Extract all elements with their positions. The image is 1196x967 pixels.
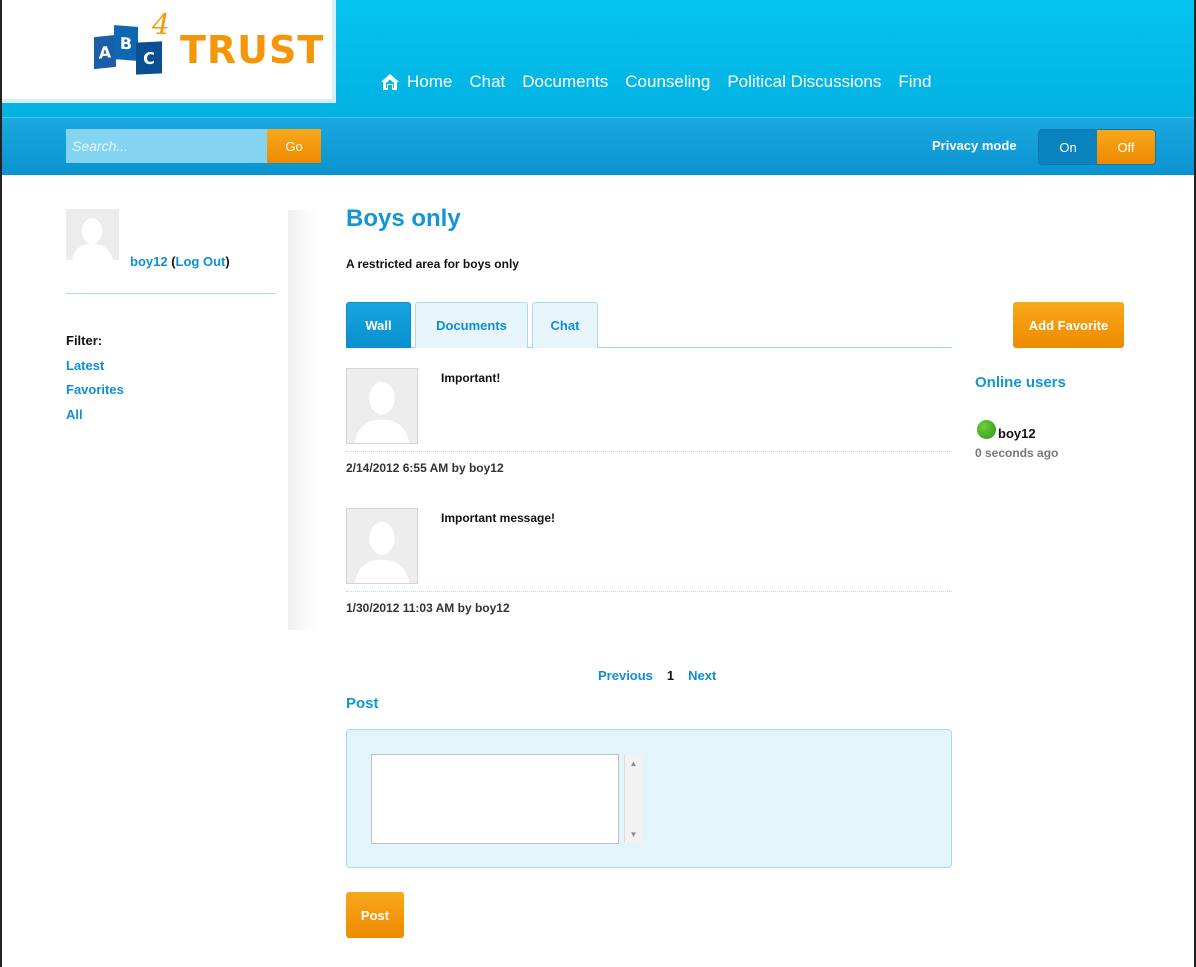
post-text: Important! [441, 371, 501, 385]
pager-next[interactable]: Next [688, 668, 716, 683]
pager-current: 1 [666, 668, 675, 683]
logo-word: TRUST [180, 28, 325, 72]
filter-list: Filter: Latest Favorites All [66, 329, 124, 427]
scroll-down-icon[interactable]: ▼ [630, 830, 638, 839]
post-avatar [346, 368, 418, 444]
user-avatar [66, 209, 119, 260]
nav-documents[interactable]: Documents [522, 72, 608, 92]
person-icon [347, 369, 417, 443]
nav-home-label: Home [407, 72, 453, 91]
nav-home[interactable]: Home [380, 72, 452, 92]
home-icon [381, 74, 399, 90]
post-heading: Post [346, 695, 379, 712]
privacy-on-option[interactable]: On [1039, 130, 1097, 164]
pager-previous[interactable]: Previous [598, 668, 653, 683]
scroll-up-icon[interactable]: ▲ [630, 759, 638, 768]
post-avatar [346, 508, 418, 584]
user-line: boy12 (Log Out) [130, 254, 230, 269]
filter-all[interactable]: All [66, 403, 124, 428]
page-title: Boys only [346, 205, 461, 232]
post-textarea[interactable] [371, 754, 619, 844]
textarea-scrollbar[interactable]: ▲ ▼ [624, 755, 642, 843]
filter-favorites[interactable]: Favorites [66, 378, 124, 403]
tab-chat[interactable]: Chat [532, 302, 598, 348]
logo[interactable]: A B C 4 TRUST [2, 0, 336, 103]
post-meta: 2/14/2012 6:55 AM by boy12 [346, 461, 504, 475]
nav-chat[interactable]: Chat [469, 72, 505, 92]
post-divider [346, 591, 952, 592]
person-icon [347, 509, 417, 583]
online-status-icon [977, 420, 996, 439]
online-user-name: boy12 [998, 426, 1036, 441]
search-go-button[interactable]: Go [267, 129, 321, 163]
logout-paren-close: ) [225, 254, 230, 269]
logo-letter-b: B [114, 25, 138, 61]
username-link[interactable]: boy12 [130, 254, 168, 269]
post-submit-button[interactable]: Post [346, 892, 404, 938]
toolbar: Go Privacy mode On Off [2, 117, 1194, 175]
add-favorite-button[interactable]: Add Favorite [1013, 302, 1124, 348]
tab-wall[interactable]: Wall [346, 302, 411, 348]
tab-bar: Wall Documents Chat [346, 302, 952, 348]
sidebar-shadow [288, 210, 318, 630]
filter-label: Filter: [66, 333, 103, 348]
sidebar-divider [66, 293, 276, 294]
privacy-off-option[interactable]: Off [1097, 130, 1155, 164]
post-divider [346, 451, 952, 452]
post-composer: ▲ ▼ [346, 729, 952, 868]
logo-letter-a: A [94, 34, 116, 70]
main-nav: Home Chat Documents Counseling Political… [380, 72, 931, 92]
filter-latest[interactable]: Latest [66, 354, 124, 379]
online-users-heading: Online users [975, 374, 1066, 391]
page-description: A restricted area for boys only [346, 257, 519, 271]
post-text: Important message! [441, 511, 556, 525]
logout-link[interactable]: Log Out [176, 254, 226, 269]
search-input[interactable] [66, 129, 267, 163]
online-user-since: 0 seconds ago [975, 446, 1059, 460]
logo-number: 4 [152, 8, 170, 41]
post-meta: 1/30/2012 11:03 AM by boy12 [346, 601, 510, 615]
nav-counseling[interactable]: Counseling [625, 72, 710, 92]
nav-find[interactable]: Find [898, 72, 931, 92]
pagination: Previous 1 Next [598, 668, 716, 683]
tab-documents[interactable]: Documents [415, 302, 528, 348]
privacy-mode-toggle: On Off [1038, 129, 1156, 165]
privacy-mode-label: Privacy mode [932, 138, 1017, 153]
logo-mark: A B C 4 [94, 8, 184, 76]
app-frame: A B C 4 TRUST Home Chat Documents Counse… [0, 0, 1196, 967]
header: A B C 4 TRUST Home Chat Documents Counse… [2, 0, 1194, 117]
logo-letter-c: C [136, 41, 162, 75]
person-icon [66, 209, 119, 260]
nav-political-discussions[interactable]: Political Discussions [727, 72, 881, 92]
